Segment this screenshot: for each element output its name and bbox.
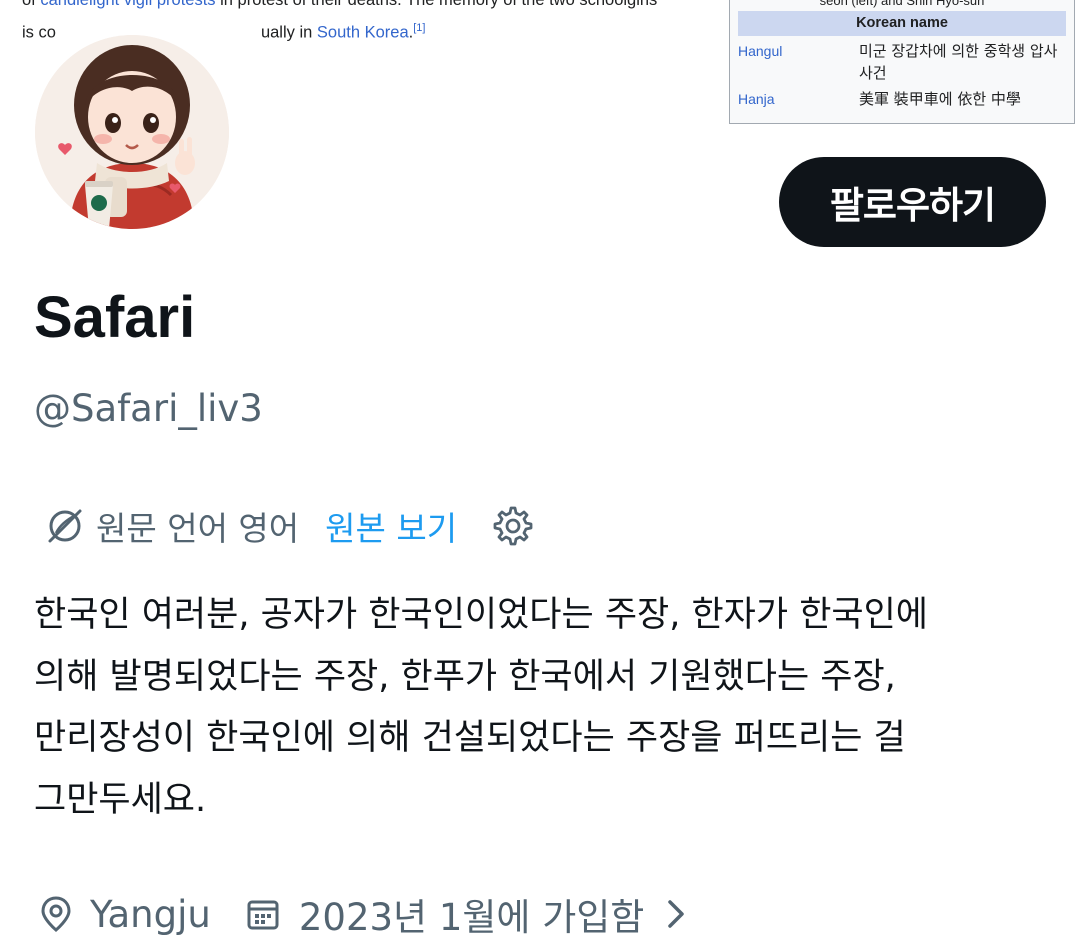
banner-text: is co: [22, 23, 56, 42]
banner-reference: [1]: [413, 22, 426, 34]
banner-link-candlelight: candlelight vigil protests: [40, 0, 216, 9]
view-original-link[interactable]: 원본 보기: [325, 502, 457, 550]
banner-text-line-1: of candlelight vigil protests in protest…: [22, 0, 722, 14]
follow-button[interactable]: 팔로우하기: [779, 157, 1046, 247]
chevron-right-icon[interactable]: [664, 894, 694, 934]
join-date-label: 2023년 1월에 가입함: [298, 896, 645, 939]
infobox-header: Korean name: [738, 11, 1066, 36]
banner-infobox: seon (left) and Shin Hyo-sun Korean name…: [729, 0, 1075, 124]
translation-bar: 원문 언어 영어 원본 보기: [44, 499, 535, 553]
infobox-value: 미군 장갑차에 의한 중학생 압사 사건: [859, 42, 1058, 82]
profile-bio: 한국인 여러분, 공자가 한국인이었다는 주장, 한자가 한국인에 의해 발명되…: [34, 595, 929, 820]
infobox-label: Hangul: [738, 43, 783, 59]
infobox-label: Hanja: [738, 91, 775, 107]
profile-meta: Yangju 2023년 1월에 가입함: [36, 886, 694, 942]
infobox-row: Hanja 美軍 裝甲車에 依한 中學: [738, 88, 1066, 110]
location-pin-icon: [36, 894, 76, 934]
user-handle: @Safari_liv3: [34, 387, 263, 430]
banner-text: of: [22, 0, 41, 9]
banner-text: ually in: [260, 23, 317, 42]
avatar[interactable]: [31, 31, 233, 233]
source-language-label: 원문 언어 영어: [96, 509, 300, 548]
infobox-value: 美軍 裝甲車에 依한 中學: [859, 90, 1021, 108]
location-label: Yangju: [90, 892, 211, 936]
infobox-row: Hangul 미군 장갑차에 의한 중학생 압사 사건: [738, 40, 1066, 84]
avatar-image: [35, 35, 229, 229]
infobox-caption: seon (left) and Shin Hyo-sun: [819, 0, 985, 8]
translate-globe-icon: [44, 505, 86, 547]
banner-text: in protest of their deaths. The memory o…: [215, 0, 658, 9]
avatar-girl-with-coffee-icon: [35, 35, 229, 229]
banner-link-south-korea: South Korea: [316, 23, 409, 42]
gear-icon[interactable]: [491, 504, 535, 548]
calendar-icon: [243, 894, 283, 934]
display-name: Safari: [34, 285, 196, 350]
